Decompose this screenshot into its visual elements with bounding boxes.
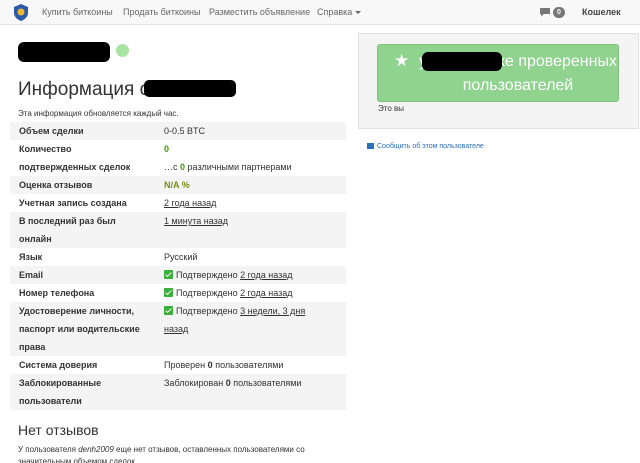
logo-icon[interactable]	[13, 4, 29, 21]
star-icon: ★	[394, 51, 410, 70]
blocked-label-line1: Заблокированные	[19, 378, 102, 388]
volume-label: Объем сделки	[19, 126, 84, 136]
checkbox-checked-icon	[164, 270, 173, 279]
chat-icon[interactable]	[539, 7, 551, 17]
blocked-value: Заблокирован 0 пользователями	[164, 374, 301, 392]
confirmed-count: 0	[164, 144, 170, 154]
rating-label: Оценка отзывов	[19, 180, 93, 190]
confirmed-label-line2: подтвержденных сделок	[19, 162, 131, 172]
redacted-panel-username	[422, 52, 502, 71]
identity-prefix: Подтверждено	[176, 306, 238, 316]
identity-time-line1: 3 недели, 3 дня	[240, 306, 306, 316]
confirmed-partners: …с 0 различными партнерами	[164, 158, 292, 176]
table-row-last-online: В последний раз был онлайн 1 минута наза…	[10, 212, 346, 248]
last-online-label-line2: онлайн	[19, 234, 52, 244]
volume-value: 0-0.5 BTC	[164, 126, 206, 136]
chevron-down-icon	[355, 11, 362, 15]
email-prefix: Подтверждено	[176, 270, 238, 280]
reviews-text-prefix: У пользователя	[18, 445, 76, 454]
report-user-label: Сообщить об этом пользователе	[377, 143, 484, 150]
table-row-blocked-users: Заблокированные пользователи Заблокирова…	[10, 374, 346, 410]
info-title-label: Информация о	[18, 79, 151, 100]
messages-badge[interactable]: 0	[553, 7, 565, 18]
identity-label-line2: паспорт или водительские	[19, 324, 140, 334]
nav-help-label: Справка	[317, 7, 353, 17]
created-value: 2 года назад	[164, 198, 217, 208]
partners-suffix: различными партнерами	[187, 162, 292, 172]
table-row-account-created: Учетная запись создана 2 года назад	[10, 194, 346, 212]
confirmed-label-line1: Количество	[19, 144, 72, 154]
nav-post-ad[interactable]: Разместить объявление	[209, 7, 310, 17]
email-value: Подтверждено 2 года назад	[164, 266, 293, 284]
rating-value: N/A %	[164, 180, 190, 190]
info-title: Информация о	[18, 79, 150, 101]
reviews-title: Нет отзывов	[18, 422, 99, 438]
online-status-dot	[116, 44, 129, 57]
checkbox-checked-icon	[164, 288, 173, 297]
blocked-label-line2: пользователи	[19, 396, 82, 406]
redacted-username	[18, 42, 110, 62]
table-row-identity: Удостоверение личности, паспорт или води…	[10, 302, 346, 356]
identity-label-line3: права	[19, 342, 46, 352]
last-online-value: 1 минута назад	[164, 216, 228, 226]
reviews-username: denh2009	[78, 445, 114, 454]
redacted-title-username	[144, 80, 236, 97]
language-label: Язык	[19, 252, 43, 262]
blocked-count: 0	[225, 378, 231, 388]
wallet-link[interactable]: Кошелек	[582, 7, 621, 17]
identity-label-line1: Удостоверение личности,	[19, 306, 135, 316]
language-value: Русский	[164, 252, 198, 262]
trust-panel: ★ уже в списке проверенных пользователей…	[358, 33, 639, 129]
top-navbar: Купить биткоины Продать биткоины Размест…	[0, 0, 640, 25]
nav-sell-bitcoins[interactable]: Продать биткоины	[123, 7, 200, 17]
table-row-trust-system: Система доверия Проверен 0 пользователям…	[10, 356, 346, 374]
partners-prefix: …с	[164, 162, 178, 172]
trust-value: Проверен 0 пользователями	[164, 356, 283, 374]
last-online-label-line1: В последний раз был	[19, 216, 116, 226]
trust-count: 0	[207, 360, 213, 370]
blocked-prefix: Заблокирован	[164, 378, 224, 388]
update-note: Эта информация обновляется каждый час.	[18, 109, 179, 118]
phone-label: Номер телефона	[19, 288, 95, 298]
trust-prefix: Проверен	[164, 360, 206, 370]
blocked-suffix: пользователями	[233, 378, 302, 388]
identity-time-line2: назад	[164, 324, 189, 334]
table-row-email: Email Подтверждено 2 года назад	[10, 266, 346, 284]
info-table: Объем сделки 0-0.5 BTC Количество подтве…	[10, 122, 346, 410]
phone-time: 2 года назад	[240, 288, 293, 298]
nav-buy-bitcoins[interactable]: Купить биткоины	[42, 7, 113, 17]
phone-value: Подтверждено 2 года назад	[164, 284, 293, 302]
identity-value: Подтверждено 3 недели, 3 дня	[164, 302, 305, 320]
table-row-volume: Объем сделки 0-0.5 BTC	[10, 122, 346, 140]
flag-icon	[367, 143, 374, 149]
table-row-phone: Номер телефона Подтверждено 2 года назад	[10, 284, 346, 302]
partners-count: 0	[180, 162, 186, 172]
trust-suffix: пользователями	[215, 360, 284, 370]
trusted-status-button[interactable]: ★ уже в списке проверенных пользователей	[377, 44, 619, 102]
report-user-link[interactable]: Сообщить об этом пользователе	[367, 143, 484, 150]
email-label: Email	[19, 270, 44, 280]
checkbox-checked-icon	[164, 306, 173, 315]
created-label: Учетная запись создана	[19, 198, 127, 208]
reviews-text: У пользователя denh2009 еще нет отзывов,…	[18, 444, 328, 463]
nav-help-dropdown[interactable]: Справка	[317, 7, 362, 17]
table-row-language: Язык Русский	[10, 248, 346, 266]
trust-label: Система доверия	[19, 360, 98, 370]
table-row-confirmed-trades: Количество подтвержденных сделок 0 …с 0 …	[10, 140, 346, 176]
phone-prefix: Подтверждено	[176, 288, 238, 298]
this-is-you-label: Это вы	[378, 104, 404, 113]
email-time: 2 года назад	[240, 270, 293, 280]
table-row-rating: Оценка отзывов N/A %	[10, 176, 346, 194]
